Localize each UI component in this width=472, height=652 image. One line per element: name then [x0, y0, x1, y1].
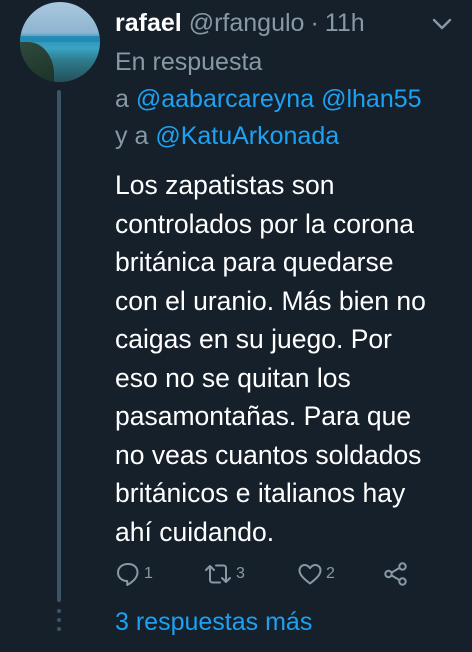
mention-link[interactable]: @KatuArkonada [155, 122, 339, 150]
reply-to-label: a [115, 85, 129, 113]
like-button[interactable]: 2 [297, 558, 335, 590]
avatar[interactable] [20, 2, 100, 82]
retweet-icon [205, 564, 231, 584]
chevron-down-icon[interactable] [430, 12, 454, 36]
tweet[interactable]: rafael @rfangulo · 11h En respuesta a @a… [0, 0, 472, 652]
tweet-text-line: eso no se quitan los [115, 362, 351, 393]
tweet-text-line: no veas cuantos soldados [115, 439, 422, 470]
thread-dot [57, 627, 61, 631]
tweet-text: Los zapatistas son controlados por la co… [115, 166, 465, 551]
user-handle[interactable]: @rfangulo [189, 9, 305, 38]
tweet-text-line: Los zapatistas son [115, 170, 335, 200]
avatar-water [20, 36, 100, 42]
thread-line [57, 90, 61, 602]
share-button[interactable] [383, 558, 409, 590]
thread-dot [57, 618, 61, 622]
thread-dot [57, 609, 61, 613]
timestamp[interactable]: 11h [325, 9, 365, 38]
header-separator: · [310, 8, 319, 37]
display-name[interactable]: rafael [115, 9, 182, 38]
tweet-text-line: ahí cuidando. [115, 516, 275, 547]
tweet-text-line: británica para quedarse [115, 247, 394, 277]
retweet-count: 3 [236, 565, 245, 582]
tweet-text-line: controlados por la corona [115, 208, 415, 239]
reply-button[interactable]: 1 [115, 558, 153, 590]
reply-context: En respuesta a @aabarcareyna @lhan55 y a… [115, 44, 460, 155]
mention-link[interactable]: @aabarcareyna [136, 85, 314, 113]
reply-to-conj: y a [115, 122, 149, 150]
heart-icon [298, 564, 322, 585]
reply-count: 1 [144, 565, 153, 582]
mention-link[interactable]: @lhan55 [321, 85, 421, 113]
avatar-island [20, 42, 54, 82]
tweet-text-line: con el uranio. Más bien no [115, 285, 426, 316]
tweet-text-line: caigas en su juego. Por [115, 324, 392, 354]
reply-prefix: En respuesta [115, 48, 263, 76]
tweet-header: rafael @rfangulo · 11h [115, 6, 365, 40]
tweet-text-line: británicos e italianos hay [115, 478, 406, 508]
tweet-text-line: pasamontañas. Para que [115, 401, 412, 431]
share-icon [384, 562, 407, 586]
more-replies-link[interactable]: 3 respuestas más [115, 608, 312, 637]
retweet-button[interactable]: 3 [203, 558, 245, 590]
like-count: 2 [326, 565, 335, 582]
tweet-actions: 1 3 2 [115, 558, 415, 590]
reply-icon [117, 563, 139, 586]
